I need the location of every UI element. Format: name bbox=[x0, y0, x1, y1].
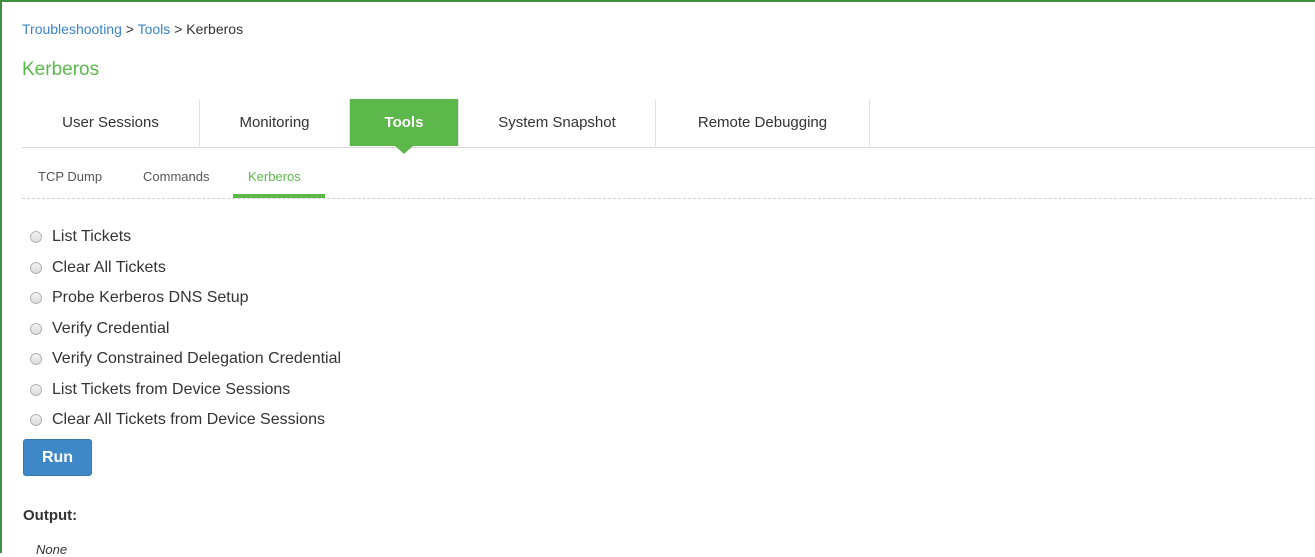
subtab-tcp-dump[interactable]: TCP Dump bbox=[38, 169, 102, 184]
radio-button[interactable] bbox=[30, 231, 42, 244]
tab-label: User Sessions bbox=[62, 114, 159, 131]
radio-button[interactable] bbox=[30, 322, 42, 335]
tab-system-snapshot[interactable]: System Snapshot bbox=[458, 99, 656, 146]
page-frame: Troubleshooting > Tools > Kerberos Kerbe… bbox=[0, 0, 1315, 557]
radio-button[interactable] bbox=[30, 353, 42, 366]
output-label: Output: bbox=[23, 507, 78, 524]
radio-button[interactable] bbox=[30, 261, 42, 274]
option-label: Verify Credential bbox=[52, 319, 170, 337]
tab-label: Tools bbox=[384, 114, 424, 131]
breadcrumb-separator: > bbox=[174, 21, 183, 37]
tab-user-sessions[interactable]: User Sessions bbox=[22, 99, 200, 146]
sub-tabs: TCP Dump Commands Kerberos bbox=[22, 158, 1315, 199]
option-list-tickets-from-device-sessions[interactable]: List Tickets from Device Sessions bbox=[30, 375, 341, 406]
breadcrumb-link-troubleshooting[interactable]: Troubleshooting bbox=[22, 21, 122, 37]
breadcrumb-current: Kerberos bbox=[186, 21, 244, 37]
tab-label: Monitoring bbox=[239, 114, 310, 131]
option-verify-credential[interactable]: Verify Credential bbox=[30, 314, 341, 345]
subtab-commands[interactable]: Commands bbox=[143, 169, 209, 184]
breadcrumb-link-tools[interactable]: Tools bbox=[138, 21, 171, 37]
radio-button[interactable] bbox=[30, 292, 42, 305]
option-clear-all-tickets-from-device-sessions[interactable]: Clear All Tickets from Device Sessions bbox=[30, 405, 341, 436]
page-title: Kerberos bbox=[22, 59, 100, 80]
option-clear-all-tickets[interactable]: Clear All Tickets bbox=[30, 253, 341, 284]
option-list-tickets[interactable]: List Tickets bbox=[30, 222, 341, 253]
breadcrumb: Troubleshooting > Tools > Kerberos bbox=[22, 21, 243, 37]
subtabs-divider bbox=[22, 198, 1315, 199]
radio-button[interactable] bbox=[30, 383, 42, 396]
option-label: Clear All Tickets bbox=[52, 258, 166, 276]
radio-button[interactable] bbox=[30, 414, 42, 427]
option-label: List Tickets from Device Sessions bbox=[52, 380, 291, 398]
option-probe-kerberos-dns-setup[interactable]: Probe Kerberos DNS Setup bbox=[30, 283, 341, 314]
option-label: Verify Constrained Delegation Credential bbox=[52, 350, 342, 368]
subtab-kerberos[interactable]: Kerberos bbox=[248, 169, 301, 184]
tab-label: Remote Debugging bbox=[697, 114, 828, 131]
output-value: None bbox=[36, 542, 68, 557]
main-tabs: User Sessions Monitoring Tools System Sn… bbox=[22, 99, 1315, 154]
kerberos-options: List Tickets Clear All Tickets Probe Ker… bbox=[30, 222, 341, 436]
tab-label: System Snapshot bbox=[498, 114, 616, 131]
tab-tools[interactable]: Tools bbox=[350, 99, 458, 154]
tab-remote-debugging[interactable]: Remote Debugging bbox=[656, 99, 870, 146]
run-button[interactable]: Run bbox=[23, 439, 92, 476]
tab-monitoring[interactable]: Monitoring bbox=[200, 99, 350, 146]
option-label: List Tickets bbox=[52, 228, 132, 246]
option-label: Clear All Tickets from Device Sessions bbox=[52, 411, 325, 429]
option-label: Probe Kerberos DNS Setup bbox=[52, 289, 249, 307]
option-verify-constrained-delegation-credential[interactable]: Verify Constrained Delegation Credential bbox=[30, 344, 341, 375]
breadcrumb-separator: > bbox=[125, 21, 134, 37]
active-tab-caret bbox=[395, 146, 413, 154]
